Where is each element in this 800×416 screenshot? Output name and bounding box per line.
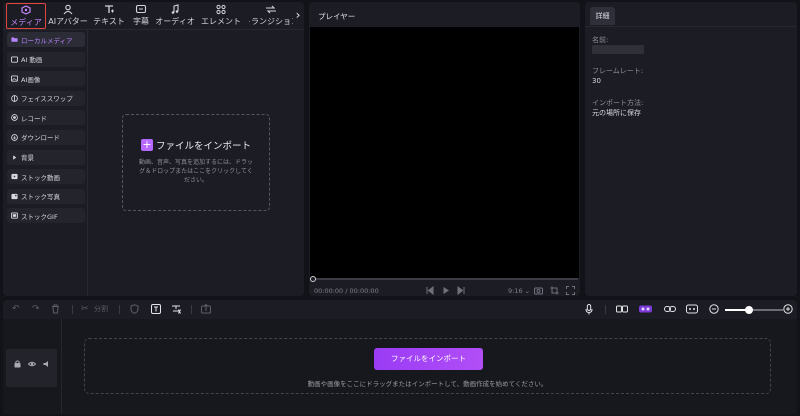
track-audio-icon[interactable] bbox=[43, 360, 51, 370]
media-import-dropzone[interactable]: + ファイルをインポート 動画、音声、写真を追加するには、ドラッグ＆ドロップまた… bbox=[122, 114, 270, 211]
plus-icon: + bbox=[140, 138, 153, 151]
zoom-out-icon[interactable] bbox=[709, 304, 719, 315]
ai-video-icon bbox=[11, 56, 18, 63]
split-label[interactable]: 分割 bbox=[94, 304, 108, 315]
chevron-down-icon: ⌄ bbox=[522, 287, 531, 295]
background-icon bbox=[13, 154, 17, 160]
tab-media[interactable]: メディア bbox=[6, 3, 46, 29]
sidebar-item-ai-video[interactable]: AI 動画 bbox=[7, 51, 85, 67]
tab-element[interactable]: エレメント bbox=[199, 3, 243, 29]
undo-icon[interactable]: ↶ bbox=[12, 304, 20, 315]
download-icon bbox=[11, 134, 18, 141]
import-method-value: 元の場所に保存 bbox=[592, 109, 641, 117]
player-progress-bar[interactable] bbox=[314, 278, 578, 280]
record-icon bbox=[11, 114, 18, 122]
tab-text[interactable]: テキスト bbox=[92, 3, 126, 29]
tab-transition[interactable]: トランジション bbox=[249, 3, 293, 29]
play-icon[interactable] bbox=[442, 286, 450, 295]
name-value-redacted bbox=[592, 45, 644, 54]
framerate-value: 30 bbox=[592, 77, 601, 85]
details-panel: 詳細 名前: フレームレート: 30 インポート方法: 元の場所に保存 bbox=[585, 2, 797, 296]
crop-icon[interactable] bbox=[550, 286, 559, 295]
folder-icon bbox=[11, 37, 18, 42]
element-icon bbox=[216, 4, 226, 15]
media-sidebar: ローカルメディア AI 動画 AI画像 フェイススワップ レコード ダウンロード… bbox=[7, 32, 85, 228]
media-import-title[interactable]: + ファイルをインポート bbox=[123, 138, 269, 152]
sidebar-divider bbox=[87, 30, 88, 296]
timeline-hint: 動画や画像をここにドラッグまたはインポートして、動画作成を始めてください。 bbox=[307, 380, 548, 388]
sidebar-item-background[interactable]: 背景 bbox=[7, 149, 85, 165]
toolbar-separator bbox=[191, 305, 192, 314]
player-panel: プレイヤー 00:00:00 / 00:00:00 9:16 ⌄ bbox=[309, 2, 580, 296]
track-header-divider bbox=[61, 319, 62, 414]
track-lock-icon[interactable] bbox=[14, 360, 21, 370]
sidebar-item-stock-video[interactable]: ストック動画 bbox=[7, 169, 85, 185]
scissors-icon[interactable]: ✂ bbox=[81, 304, 89, 315]
tab-ai-avatar[interactable]: AIアバター bbox=[48, 3, 88, 29]
media-toolbar-tabs: メディア AIアバター テキスト 字幕 オーディオ エレメント トランジション … bbox=[3, 2, 304, 30]
player-progress-knob[interactable] bbox=[310, 276, 316, 282]
timeline-import-button[interactable]: ファイルをインポート bbox=[374, 348, 483, 370]
stock-gif-icon bbox=[11, 212, 18, 219]
caption-icon bbox=[135, 4, 147, 14]
player-preview-screen[interactable] bbox=[310, 27, 579, 278]
media-panel: メディア AIアバター テキスト 字幕 オーディオ エレメント トランジション … bbox=[3, 2, 304, 296]
toolbar-separator bbox=[119, 305, 120, 314]
sidebar-item-face-swap[interactable]: フェイススワップ bbox=[7, 90, 85, 106]
track-visibility-icon[interactable] bbox=[27, 360, 37, 370]
zoom-in-icon[interactable] bbox=[783, 304, 793, 315]
tab-caption[interactable]: 字幕 bbox=[130, 3, 152, 29]
framerate-label: フレームレート: bbox=[592, 67, 644, 75]
link-clips-icon[interactable] bbox=[616, 304, 628, 315]
sidebar-item-local-media[interactable]: ローカルメディア bbox=[7, 32, 85, 47]
name-label: 名前: bbox=[592, 36, 609, 44]
media-import-description: 動画、音声、写真を追加するには、ドラッグ＆ドロップまたはここをクリックしてくださ… bbox=[139, 159, 254, 184]
redo-icon[interactable]: ↷ bbox=[32, 304, 40, 315]
face-swap-icon bbox=[11, 94, 18, 102]
media-icon bbox=[21, 5, 31, 15]
chain-link-icon[interactable] bbox=[664, 304, 676, 315]
toolbar-separator bbox=[72, 305, 73, 314]
timeline-toolbar: ↶ ↷ ✂ 分割 bbox=[3, 300, 797, 319]
ai-avatar-icon bbox=[63, 4, 73, 15]
sidebar-item-download[interactable]: ダウンロード bbox=[7, 129, 85, 145]
zoom-slider-handle[interactable] bbox=[745, 306, 754, 314]
sidebar-item-stock-photo[interactable]: ストック写真 bbox=[7, 188, 85, 204]
preview-quality-icon[interactable] bbox=[686, 304, 698, 315]
track-controls bbox=[14, 360, 51, 370]
tab-audio[interactable]: オーディオ bbox=[155, 3, 195, 29]
text-tool-icon[interactable] bbox=[151, 304, 161, 315]
delete-icon[interactable] bbox=[51, 304, 60, 315]
transition-icon bbox=[266, 5, 276, 14]
import-method-label: インポート方法: bbox=[592, 99, 644, 107]
snapshot-icon[interactable] bbox=[534, 286, 543, 295]
shield-icon[interactable] bbox=[130, 304, 139, 315]
timeline-dropzone[interactable]: ファイルをインポート 動画や画像をここにドラッグまたはインポートして、動画作成を… bbox=[84, 338, 771, 394]
tabs-next-chevron-icon[interactable]: › bbox=[293, 8, 303, 22]
fullscreen-icon[interactable] bbox=[566, 286, 575, 295]
details-tab-divider bbox=[585, 26, 797, 27]
stock-photo-icon bbox=[11, 193, 18, 199]
magnet-snap-icon[interactable] bbox=[639, 304, 652, 315]
ai-image-icon bbox=[11, 75, 18, 82]
toolbar-separator bbox=[605, 305, 606, 314]
auto-caption-icon[interactable] bbox=[171, 304, 182, 315]
text-icon bbox=[105, 5, 114, 13]
timeline-area: ファイルをインポート 動画や画像をここにドラッグまたはインポートして、動画作成を… bbox=[3, 319, 797, 414]
export-frame-icon[interactable] bbox=[201, 303, 211, 315]
aspect-ratio-selector[interactable]: 9:16 ⌄ bbox=[508, 287, 530, 295]
sidebar-item-record[interactable]: レコード bbox=[7, 110, 85, 126]
microphone-icon[interactable] bbox=[585, 304, 593, 315]
sidebar-item-stock-gif[interactable]: ストックGIF bbox=[7, 208, 85, 224]
prev-frame-icon[interactable] bbox=[426, 285, 434, 296]
player-time: 00:00:00 / 00:00:00 bbox=[314, 287, 379, 295]
player-title: プレイヤー bbox=[318, 12, 356, 21]
stock-video-icon bbox=[11, 174, 18, 180]
audio-icon bbox=[171, 4, 179, 14]
next-frame-icon[interactable] bbox=[457, 285, 465, 296]
tab-details[interactable]: 詳細 bbox=[590, 7, 615, 25]
sidebar-item-ai-image[interactable]: AI画像 bbox=[7, 71, 85, 87]
